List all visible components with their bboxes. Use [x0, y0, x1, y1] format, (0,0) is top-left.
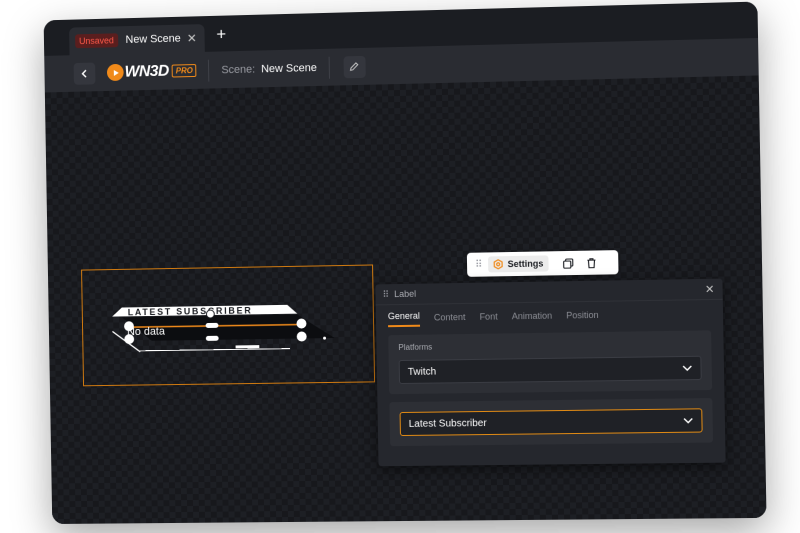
app-window: Unsaved New Scene ✕ + WN3D PRO Scene: Ne… [43, 1, 767, 525]
close-icon[interactable]: ✕ [705, 282, 715, 295]
resize-handle[interactable] [205, 335, 219, 341]
duplicate-button[interactable] [562, 257, 573, 268]
latest-subscriber-widget[interactable]: LATEST SUBSCRIBER No data [82, 265, 374, 385]
tab-font[interactable]: Font [479, 311, 497, 325]
edit-scene-button[interactable] [343, 55, 366, 78]
scene-label: Scene: [221, 63, 256, 76]
platform-select[interactable]: Twitch [398, 355, 702, 385]
gear-icon [493, 259, 503, 269]
unsaved-badge: Unsaved [75, 33, 118, 49]
panel-title: Label [394, 288, 417, 300]
settings-button[interactable]: Settings [488, 255, 549, 273]
platforms-label: Platforms [398, 342, 433, 353]
chevron-down-icon [682, 365, 692, 371]
tab-position[interactable]: Position [566, 310, 599, 325]
delete-button[interactable] [586, 257, 597, 268]
drag-grip-icon[interactable]: ⠿ [382, 289, 389, 300]
label-settings-panel: ⠿ Label ✕ General Content Font Animation… [375, 278, 726, 467]
toolbar-divider [208, 59, 210, 82]
tab-animation[interactable]: Animation [512, 311, 553, 326]
own3d-logo: WN3D PRO [106, 62, 197, 82]
label-type-select-value: Latest Subscriber [408, 417, 487, 430]
pro-badge: PRO [171, 64, 197, 78]
tab-title: New Scene [125, 32, 181, 46]
widget-header-text: LATEST SUBSCRIBER [128, 305, 253, 317]
back-button[interactable] [73, 62, 96, 85]
tab-general[interactable]: General [387, 310, 421, 328]
close-icon[interactable]: ✕ [187, 31, 197, 45]
chevron-left-icon [82, 69, 88, 79]
logo-play-icon [106, 63, 124, 82]
label-type-group: Latest Subscriber [389, 398, 714, 447]
chevron-down-icon [683, 417, 693, 423]
rotate-handle[interactable] [206, 310, 214, 318]
platform-select-value: Twitch [407, 366, 437, 378]
toolbar-divider [328, 56, 330, 79]
duplicate-icon [562, 257, 573, 268]
tab-new-scene[interactable]: Unsaved New Scene ✕ [69, 24, 205, 56]
widget-underline-accent [235, 345, 260, 349]
settings-label: Settings [507, 258, 544, 270]
drag-grip-icon[interactable]: ⠿ [475, 259, 483, 270]
platforms-group: Platforms Twitch [388, 330, 713, 395]
tab-content[interactable]: Content [434, 312, 466, 327]
widget-selection-frame[interactable]: LATEST SUBSCRIBER No data [81, 264, 376, 387]
trash-icon [586, 257, 597, 268]
logo-text: WN3D [124, 62, 169, 81]
widget-underline [139, 349, 290, 351]
resize-handle[interactable] [205, 322, 219, 329]
pencil-icon [351, 62, 360, 72]
scene-canvas[interactable]: LATEST SUBSCRIBER No data ⠿ Settings ⠿ L… [44, 75, 767, 525]
label-type-select[interactable]: Latest Subscriber [399, 408, 703, 437]
element-toolbar: ⠿ Settings [466, 250, 619, 277]
scene-name: New Scene [260, 61, 317, 75]
plus-icon[interactable]: + [210, 23, 232, 45]
panel-tabs: General Content Font Animation Position [387, 300, 723, 328]
